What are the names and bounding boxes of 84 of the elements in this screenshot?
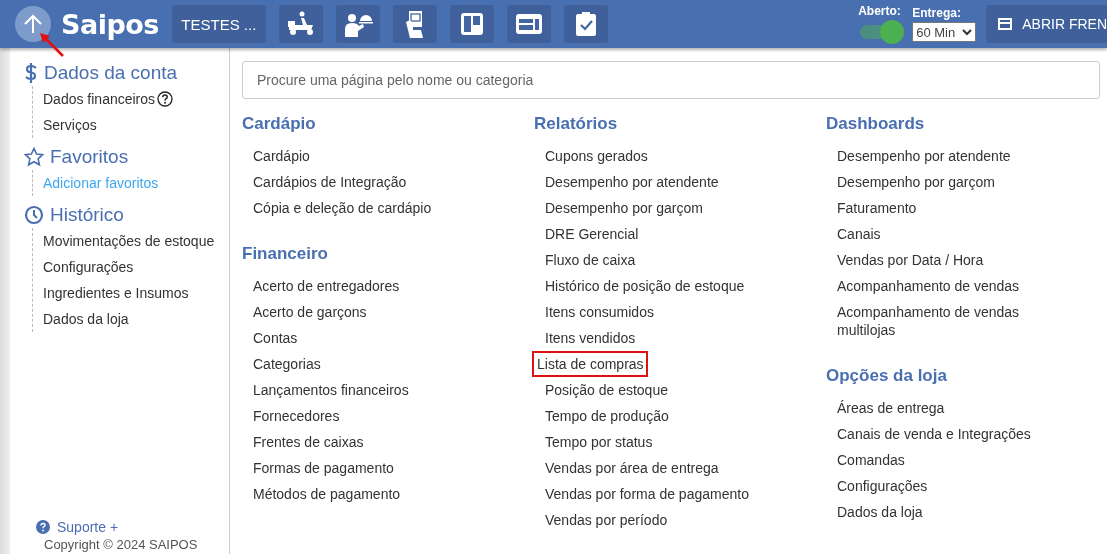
help-icon	[36, 520, 50, 534]
page-link[interactable]: Tempo por status	[533, 429, 664, 455]
sidebar-section-title: Favoritos	[50, 146, 129, 168]
delivery-button[interactable]	[278, 5, 323, 43]
page-link[interactable]: Fornecedores	[241, 403, 351, 429]
clock-icon	[24, 205, 44, 225]
category-title: Financeiro	[242, 243, 328, 265]
ticket-icon	[403, 10, 426, 38]
layout-icon	[514, 13, 543, 35]
page-link[interactable]: Tempo de produção	[533, 403, 680, 429]
page-link[interactable]: Acerto de entregadores	[241, 273, 411, 299]
page-link[interactable]: Cópia e deleção de cardápio	[241, 195, 443, 221]
page-link[interactable]: Configurações	[825, 473, 939, 499]
checklist-button[interactable]	[563, 5, 608, 43]
arrow-up-icon	[22, 13, 44, 35]
sidebar-item[interactable]: Serviços	[43, 117, 97, 133]
logo: Saipos	[61, 8, 159, 40]
page-link[interactable]: Acompanhamento de vendas	[825, 273, 1031, 299]
page-link[interactable]: Faturamento	[825, 195, 928, 221]
waiter-button[interactable]	[335, 5, 380, 43]
sidebar-item[interactable]: Dados financeiros	[43, 91, 156, 107]
page-link[interactable]: Desempenho por atendente	[825, 143, 1022, 169]
category-title: Relatórios	[534, 113, 618, 135]
category-title: Dashboards	[826, 113, 925, 135]
page-link[interactable]: Vendas por forma de pagamento	[533, 481, 760, 507]
columns-icon	[459, 12, 484, 36]
page-link[interactable]: Desempenho por garçom	[825, 169, 1006, 195]
page-link[interactable]: Canais de venda e Integrações	[825, 421, 1042, 447]
category-title: Cardápio	[242, 113, 316, 135]
store-button[interactable]: TESTES ...	[171, 5, 266, 43]
category-title: Opções da loja	[826, 365, 947, 387]
sidebar-item[interactable]: Movimentações de estoque	[43, 233, 215, 249]
window-icon	[998, 18, 1013, 30]
page-link[interactable]: Dados da loja	[825, 499, 934, 525]
sidebar-section-title: Dados da conta	[44, 62, 178, 84]
clipboard-check-icon	[574, 11, 597, 37]
page-link[interactable]: Itens vendidos	[533, 325, 647, 351]
page-link[interactable]: Vendas por área de entrega	[533, 455, 730, 481]
page-link[interactable]: Fluxo de caixa	[533, 247, 647, 273]
page-link[interactable]: Comandas	[825, 447, 916, 473]
open-front-button[interactable]: ABRIR FREN	[986, 5, 1107, 43]
page-link[interactable]: Vendas por Data / Hora	[825, 247, 995, 273]
page-link[interactable]: Itens consumidos	[533, 299, 665, 325]
page-link[interactable]: Posição de estoque	[533, 377, 679, 403]
open-label: Aberto:	[858, 4, 901, 18]
page-link[interactable]: Formas de pagamento	[241, 455, 405, 481]
waiter-icon	[342, 11, 373, 37]
scroll-up-button[interactable]	[15, 6, 51, 42]
sidebar-section-title: Histórico	[50, 204, 124, 226]
page-link[interactable]: Cupons gerados	[533, 143, 659, 169]
scooter-icon	[285, 11, 316, 37]
page-link[interactable]: Métodos de pagamento	[241, 481, 412, 507]
page-link[interactable]: Desempenho por garçom	[533, 195, 714, 221]
page-link[interactable]: DRE Gerencial	[533, 221, 650, 247]
open-toggle[interactable]	[858, 20, 905, 44]
page-link[interactable]: Áreas de entrega	[825, 395, 956, 421]
page-link[interactable]: Frentes de caixas	[241, 429, 375, 455]
chevron-down-icon	[962, 28, 973, 36]
page-link[interactable]: Acerto de garçons	[241, 299, 378, 325]
page-link[interactable]: Canais	[825, 221, 892, 247]
page-link[interactable]: Cardápios de Integração	[241, 169, 418, 195]
page-link[interactable]: Desempenho por atendente	[533, 169, 730, 195]
help-icon[interactable]	[157, 91, 174, 107]
page-link[interactable]: Cardápio	[241, 143, 321, 169]
dollar-icon	[24, 63, 38, 83]
panel-button[interactable]	[506, 5, 551, 43]
sidebar-item[interactable]: Dados da loja	[43, 311, 129, 327]
page-link[interactable]: Acompanhamento de vendas multilojas	[825, 299, 1078, 343]
page-link[interactable]: Categorias	[241, 351, 332, 377]
ticket-button[interactable]	[392, 5, 437, 43]
page-link[interactable]: Lançamentos financeiros	[241, 377, 420, 403]
delivery-time-select[interactable]: 60 Min	[912, 22, 977, 42]
board-button[interactable]	[449, 5, 494, 43]
page-link[interactable]: Vendas por período	[533, 507, 679, 533]
search-field[interactable]: Procure uma página pelo nome ou categoria	[242, 61, 1100, 99]
sidebar-item[interactable]: Configurações	[43, 259, 134, 275]
page-link[interactable]: Contas	[241, 325, 309, 351]
delivery-label: Entrega:	[912, 6, 961, 20]
copyright-text: Copyright © 2024 SAIPOS	[44, 537, 199, 552]
sidebar-item[interactable]: Ingredientes e Insumos	[43, 285, 189, 301]
star-icon	[24, 147, 44, 167]
support-link[interactable]: Suporte +	[57, 519, 119, 535]
page-link[interactable]: Lista de compras	[532, 351, 648, 377]
page-link[interactable]: Histórico de posição de estoque	[533, 273, 756, 299]
